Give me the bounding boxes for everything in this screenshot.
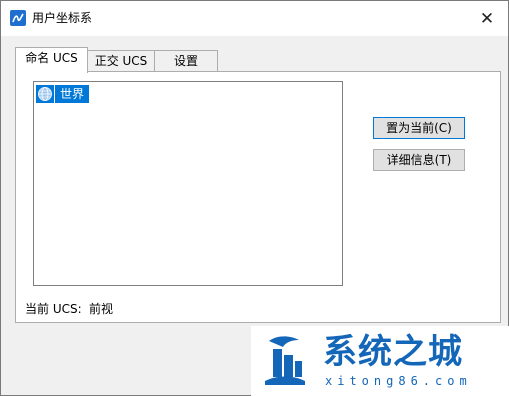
set-current-button[interactable]: 置为当前(C) (373, 117, 465, 139)
tab-named-ucs[interactable]: 命名 UCS (15, 47, 88, 73)
watermark-logo (265, 336, 305, 385)
globe-icon (36, 85, 54, 103)
app-icon (10, 10, 26, 26)
tab-settings[interactable]: 设置 (154, 50, 218, 72)
watermark-url: xitong86.com (325, 374, 472, 388)
tab-orthographic-ucs[interactable]: 正交 UCS (86, 50, 156, 72)
close-icon[interactable]: ✕ (467, 6, 507, 32)
list-item-label: 世界 (55, 85, 90, 103)
current-ucs-value: 前视 (89, 302, 114, 316)
watermark: 系统之城 xitong86.com (251, 326, 509, 396)
watermark-text: 系统之城 (323, 332, 463, 372)
window-title: 用户坐标系 (32, 11, 93, 25)
title-bar: 用户坐标系 ✕ (1, 1, 508, 36)
list-item-world[interactable]: 世界 (36, 84, 90, 104)
details-button[interactable]: 详细信息(T) (373, 149, 465, 171)
ucs-list[interactable]: 世界 (33, 81, 343, 286)
tab-panel-named-ucs: 世界 置为当前(C) 详细信息(T) (15, 71, 501, 323)
current-ucs-label: 当前 UCS: (25, 302, 82, 316)
